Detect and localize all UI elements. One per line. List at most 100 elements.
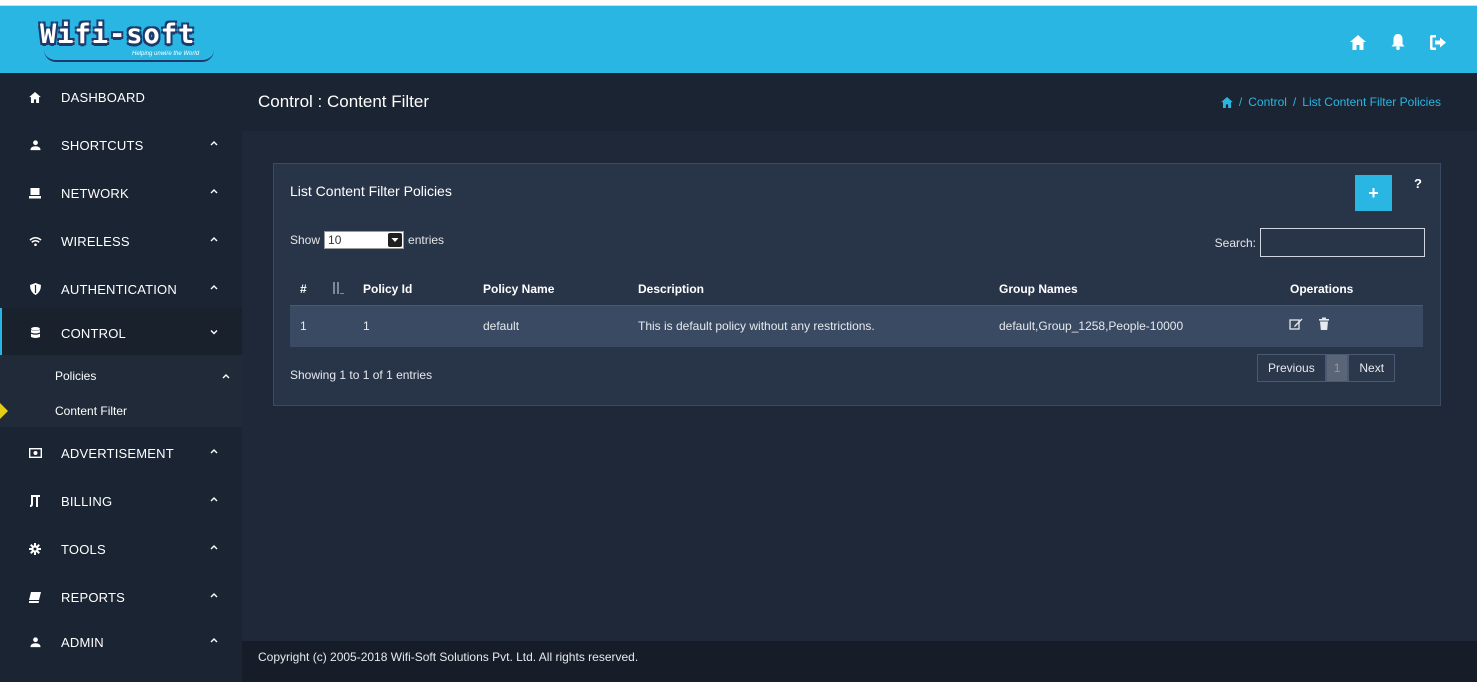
cell-policy-name: default	[483, 319, 520, 333]
sidebar-item-label: ADVERTISEMENT	[61, 445, 174, 461]
cell-number: 1	[300, 319, 307, 333]
search-label: Search:	[1214, 235, 1256, 250]
user-icon	[27, 137, 43, 153]
sort-icon[interactable]	[332, 282, 345, 294]
sidebar-item-label: WIRELESS	[61, 233, 130, 249]
sidebar-item-label: DASHBOARD	[61, 89, 146, 105]
sidebar-item-wireless[interactable]: WIRELESS	[0, 217, 242, 265]
subitem-label: Content Filter	[55, 404, 128, 418]
copyright-text: Copyright (c) 2005-2018 Wifi-Soft Soluti…	[258, 650, 639, 664]
breadcrumb-link-control[interactable]: Control	[1248, 95, 1287, 109]
table-info: Showing 1 to 1 of 1 entries	[290, 368, 433, 382]
wifi-soft-logo[interactable]: Wifi-soft Helping unwire the World	[40, 20, 218, 66]
breadcrumb-current: List Content Filter Policies	[1302, 95, 1441, 109]
chevron-up-icon	[210, 141, 218, 146]
desktop-icon	[27, 185, 43, 201]
shield-icon	[27, 281, 43, 297]
top-header: Wifi-soft Helping unwire the World	[0, 6, 1477, 73]
cell-policy-id: 1	[363, 319, 370, 333]
table-row[interactable]: 1 1 default This is default policy witho…	[290, 306, 1423, 347]
footer: Copyright (c) 2005-2018 Wifi-Soft Soluti…	[242, 641, 1477, 682]
chevron-up-icon	[210, 545, 218, 550]
page-size-select[interactable]: 10	[324, 231, 405, 249]
column-header-policy-id[interactable]: Policy Id	[363, 282, 412, 296]
chevron-up-icon	[222, 374, 230, 379]
table-header: # Policy Id Policy Name Description Grou…	[290, 271, 1423, 306]
cell-group-names: default,Group_1258,People-10000	[999, 319, 1184, 333]
add-policy-button[interactable]: +	[1355, 175, 1392, 211]
sidebar-item-billing[interactable]: BILLING	[0, 477, 242, 525]
sidebar-item-label: BILLING	[61, 493, 113, 509]
page-size-control: Show 10 entries	[290, 231, 444, 249]
content-filter-panel: List Content Filter Policies + ? Show 10…	[273, 163, 1441, 406]
sidebar-item-dashboard[interactable]: DASHBOARD	[0, 73, 242, 121]
user-icon	[27, 634, 43, 650]
chevron-up-icon	[210, 189, 218, 194]
chevron-down-icon	[388, 233, 403, 247]
sidebar: DASHBOARD SHORTCUTS NETWORK WIRELESS AUT…	[0, 73, 242, 682]
previous-button[interactable]: Previous	[1257, 354, 1326, 382]
main-content: Control : Content Filter / Control / Lis…	[242, 73, 1477, 641]
sidebar-item-admin[interactable]: ADMIN	[0, 618, 242, 666]
book-icon	[27, 589, 43, 605]
chevron-up-icon	[210, 638, 218, 643]
chevron-up-icon	[210, 237, 218, 242]
home-icon	[27, 89, 43, 105]
chevron-up-icon	[210, 449, 218, 454]
control-submenu: Policies Content Filter	[0, 355, 242, 427]
breadcrumb: / Control / List Content Filter Policies	[1221, 95, 1441, 109]
wifi-icon	[27, 233, 43, 249]
panel-title: List Content Filter Policies	[290, 183, 452, 199]
edit-icon[interactable]	[1289, 317, 1303, 331]
show-label: Show	[290, 233, 321, 247]
sidebar-item-reports[interactable]: REPORTS	[0, 573, 242, 621]
database-icon	[27, 325, 43, 341]
page-size-value: 10	[328, 233, 342, 247]
sidebar-item-tools[interactable]: TOOLS	[0, 525, 242, 573]
column-header-policy-name[interactable]: Policy Name	[483, 282, 554, 296]
home-icon[interactable]	[1221, 96, 1233, 108]
chevron-up-icon	[210, 497, 218, 502]
gear-icon	[27, 541, 43, 557]
trash-icon[interactable]	[1317, 317, 1331, 331]
logo-tagline: Helping unwire the World	[132, 51, 200, 57]
cell-description: This is default policy without any restr…	[638, 319, 875, 333]
search-control: Search:	[1215, 228, 1425, 257]
sidebar-item-label: NETWORK	[61, 185, 129, 201]
pagination: Previous 1 Next	[1257, 354, 1396, 382]
sidebar-item-label: ADMIN	[61, 634, 104, 650]
camera-icon	[27, 445, 43, 461]
sidebar-item-shortcuts[interactable]: SHORTCUTS	[0, 121, 242, 169]
sidebar-item-label: AUTHENTICATION	[61, 281, 177, 297]
bell-icon[interactable]	[1389, 33, 1407, 51]
sidebar-item-control[interactable]: CONTROL	[0, 308, 242, 358]
home-icon[interactable]	[1349, 33, 1367, 51]
search-input[interactable]	[1260, 228, 1425, 257]
chevron-up-icon	[210, 593, 218, 598]
breadcrumb-separator: /	[1292, 95, 1297, 109]
column-header-number[interactable]: #	[300, 282, 307, 296]
chevron-up-icon	[210, 285, 218, 290]
column-header-description[interactable]: Description	[638, 282, 704, 296]
page-header: Control : Content Filter / Control / Lis…	[242, 73, 1477, 131]
sidebar-subitem-policies[interactable]: Policies	[55, 369, 230, 383]
help-icon[interactable]: ?	[1414, 176, 1422, 191]
sidebar-item-authentication[interactable]: AUTHENTICATION	[0, 265, 242, 313]
billing-icon	[27, 493, 43, 509]
logo-text: Wifi-soft	[40, 19, 196, 50]
subitem-label: Policies	[55, 369, 97, 383]
sidebar-subitem-content-filter[interactable]: Content Filter	[55, 404, 127, 418]
sidebar-item-network[interactable]: NETWORK	[0, 169, 242, 217]
page-1-button[interactable]: 1	[1325, 354, 1349, 382]
sidebar-item-advertisement[interactable]: ADVERTISEMENT	[0, 429, 242, 477]
chevron-down-icon	[210, 330, 218, 335]
column-header-group-names[interactable]: Group Names	[999, 282, 1078, 296]
sidebar-item-label: SHORTCUTS	[61, 137, 144, 153]
next-button[interactable]: Next	[1348, 354, 1396, 382]
sidebar-item-label: REPORTS	[61, 589, 126, 605]
sidebar-item-label: TOOLS	[61, 541, 106, 557]
entries-label: entries	[408, 233, 445, 247]
sidebar-item-label: CONTROL	[61, 325, 126, 341]
sign-out-icon[interactable]	[1429, 33, 1447, 51]
column-header-operations: Operations	[1290, 282, 1354, 296]
